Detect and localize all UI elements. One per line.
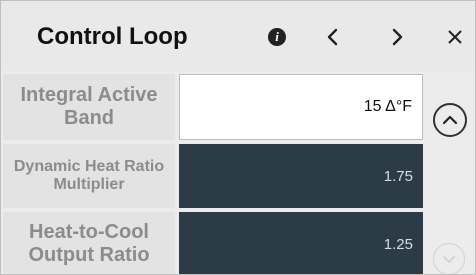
info-button[interactable]: i (259, 19, 295, 55)
setting-row-heat-to-cool-output-ratio: Heat-to-Cool Output Ratio 1.25 (3, 212, 427, 274)
chevron-right-icon (392, 28, 403, 46)
next-button[interactable] (379, 19, 415, 55)
heat-to-cool-output-ratio-field[interactable]: 1.25 (179, 212, 423, 274)
close-icon (448, 30, 462, 44)
panel-header: Control Loop i (1, 1, 475, 71)
setting-row-integral-active-band: Integral Active Band 15 Δ°F (3, 74, 427, 140)
setting-label: Heat-to-Cool Output Ratio (3, 212, 175, 274)
close-button[interactable] (437, 19, 473, 55)
info-icon: i (268, 28, 286, 46)
chevron-left-icon (327, 28, 338, 46)
scroll-up-button[interactable] (433, 103, 467, 137)
control-loop-panel: Control Loop i Integral Active Band 15 Δ… (0, 0, 476, 275)
setting-label: Integral Active Band (3, 74, 175, 140)
chevron-up-icon (442, 115, 458, 125)
scroll-controls (427, 71, 475, 274)
dynamic-heat-ratio-multiplier-field[interactable]: 1.75 (179, 144, 423, 208)
setting-row-dynamic-heat-ratio-multiplier: Dynamic Heat Ratio Multiplier 1.75 (3, 144, 427, 208)
setting-label: Dynamic Heat Ratio Multiplier (3, 144, 175, 208)
integral-active-band-field[interactable]: 15 Δ°F (179, 74, 423, 140)
page-title: Control Loop (37, 23, 188, 50)
scroll-down-button[interactable] (433, 243, 465, 274)
chevron-down-icon (443, 255, 455, 263)
previous-button[interactable] (315, 19, 351, 55)
